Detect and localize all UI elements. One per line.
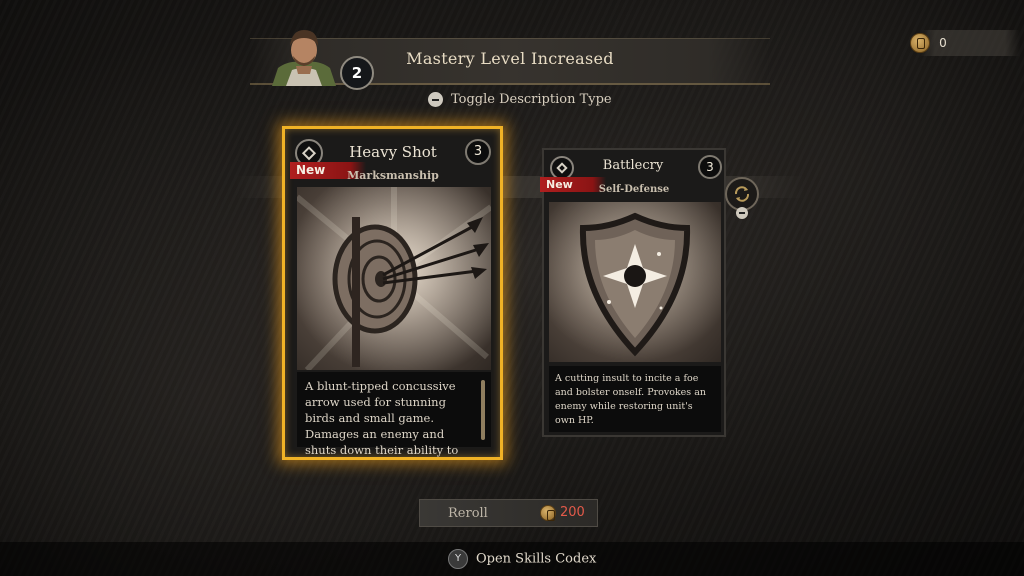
reroll-label: Reroll bbox=[448, 506, 488, 521]
toggle-description-button[interactable]: Toggle Description Type bbox=[428, 92, 612, 110]
minus-button-icon bbox=[428, 92, 443, 107]
description-text: A blunt-tipped concussive arrow used for… bbox=[305, 379, 459, 457]
mastery-level-badge: 2 bbox=[340, 56, 374, 90]
card-cost: 3 bbox=[465, 139, 491, 165]
gold-coin-icon bbox=[540, 505, 556, 521]
card-description: A blunt-tipped concussive arrow used for… bbox=[297, 372, 491, 457]
toggle-description-label: Toggle Description Type bbox=[451, 92, 612, 107]
open-skills-codex-button[interactable]: Y Open Skills Codex bbox=[448, 549, 596, 569]
battlecry-art bbox=[549, 202, 721, 362]
card-category: Self-Defense bbox=[598, 184, 670, 195]
reroll-cost: 200 bbox=[560, 505, 585, 520]
background-texture bbox=[0, 0, 1024, 576]
reroll-card-button[interactable] bbox=[725, 177, 759, 211]
heavy-shot-art bbox=[297, 187, 491, 370]
card-category: Marksmanship bbox=[347, 169, 439, 182]
hero-portrait bbox=[272, 30, 336, 86]
description-scrollbar[interactable] bbox=[481, 380, 485, 440]
skill-card-battlecry[interactable]: Battlecry 3 New Self-Defense A cutting i… bbox=[540, 148, 726, 437]
card-title: Battlecry bbox=[602, 158, 664, 173]
target-arrows-icon bbox=[297, 187, 491, 370]
currency-amount: 0 bbox=[939, 35, 947, 50]
card-title: Heavy Shot bbox=[349, 143, 437, 161]
reroll-button[interactable]: Reroll 200 bbox=[419, 499, 598, 527]
shield-star-icon bbox=[549, 202, 721, 362]
refresh-icon bbox=[734, 186, 750, 202]
card-description: A cutting insult to incite a foe and bol… bbox=[549, 366, 721, 432]
open-skills-codex-label: Open Skills Codex bbox=[476, 551, 597, 567]
description-text: A cutting insult to incite a foe and bol… bbox=[555, 373, 706, 426]
currency-display: 0 bbox=[910, 32, 1000, 56]
skill-card-heavy-shot[interactable]: Heavy Shot 3 New Marksmanship A blunt-ti… bbox=[282, 126, 503, 460]
gold-coin-icon bbox=[910, 32, 930, 53]
minus-button-icon[interactable] bbox=[736, 207, 748, 219]
card-cost: 3 bbox=[698, 155, 722, 179]
y-button-icon: Y bbox=[448, 549, 468, 569]
mastery-title: Mastery Level Increased bbox=[406, 49, 614, 68]
